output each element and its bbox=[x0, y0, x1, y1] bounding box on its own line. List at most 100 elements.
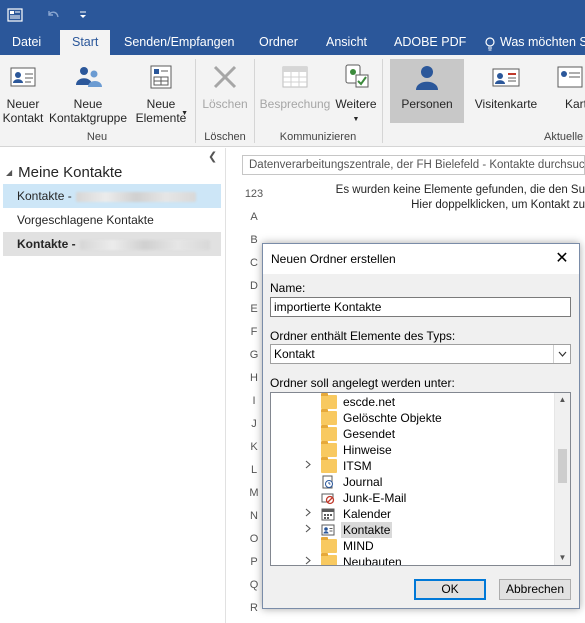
tree-item[interactable]: Junk-E-Mail bbox=[271, 490, 555, 506]
index-letter[interactable]: K bbox=[244, 441, 264, 453]
tree-scrollbar[interactable]: ▲ ▼ bbox=[554, 393, 570, 565]
tree-item-label: Journal bbox=[343, 475, 383, 489]
redacted-account-name bbox=[75, 191, 196, 202]
new-contact-button[interactable]: Neuer Kontakt bbox=[0, 59, 46, 129]
view-card-label: Kart bbox=[565, 97, 585, 111]
tree-item-label: escde.net bbox=[343, 395, 396, 409]
tell-me-search[interactable]: Was möchten S bbox=[474, 30, 585, 55]
nav-item-kontakte-1[interactable]: Kontakte - bbox=[3, 184, 221, 208]
tree-item[interactable]: Gesendet bbox=[271, 425, 555, 442]
index-letter[interactable]: G bbox=[244, 349, 264, 361]
dialog-title: Neuen Ordner erstellen bbox=[263, 244, 579, 274]
close-icon[interactable]: ✕ bbox=[553, 250, 571, 268]
tree-item[interactable]: escde.net bbox=[271, 393, 555, 410]
index-letter[interactable]: R bbox=[244, 602, 264, 614]
index-letter[interactable]: N bbox=[244, 510, 264, 522]
index-letter[interactable]: J bbox=[244, 418, 264, 430]
scrollbar-thumb[interactable] bbox=[558, 449, 567, 483]
index-letter[interactable]: B bbox=[244, 234, 264, 246]
index-letter[interactable]: P bbox=[244, 556, 264, 568]
new-contact-group-label: Neue Kontaktgruppe bbox=[48, 97, 128, 125]
new-items-button[interactable]: Neue Elemente ▼ bbox=[130, 59, 192, 129]
nav-item-label: Kontakte - bbox=[17, 237, 76, 251]
tree-item-label: MIND bbox=[343, 539, 374, 553]
expand-chevron-icon[interactable] bbox=[303, 506, 313, 522]
my-contacts-header[interactable]: ◢ Meine Kontakte bbox=[6, 164, 122, 181]
tab-adobe-pdf[interactable]: ADOBE PDF bbox=[384, 30, 476, 55]
folder-type-value: Kontakt bbox=[274, 347, 315, 361]
new-contact-group-button[interactable]: Neue Kontaktgruppe bbox=[47, 59, 129, 129]
scroll-up-icon[interactable]: ▲ bbox=[555, 393, 570, 407]
tab-datei[interactable]: Datei bbox=[2, 30, 51, 55]
tree-item-selected[interactable]: Kontakte bbox=[271, 522, 555, 538]
tab-senden-empfangen[interactable]: Senden/Empfangen bbox=[114, 30, 245, 55]
expand-chevron-icon[interactable] bbox=[303, 554, 313, 565]
index-letter[interactable]: A bbox=[244, 211, 264, 223]
delete-x-icon bbox=[213, 65, 237, 89]
cancel-button[interactable]: Abbrechen bbox=[499, 579, 571, 600]
tab-ansicht[interactable]: Ansicht bbox=[316, 30, 377, 55]
calendar-icon bbox=[321, 507, 337, 521]
expand-chevron-icon[interactable] bbox=[303, 522, 313, 538]
index-letter[interactable]: M bbox=[244, 487, 264, 499]
view-people-label: Personen bbox=[401, 97, 453, 111]
tree-item[interactable]: Neubauten bbox=[271, 553, 555, 565]
contacts-icon bbox=[321, 523, 337, 537]
expand-chevron-icon[interactable] bbox=[303, 458, 313, 474]
delete-button[interactable]: Löschen bbox=[199, 59, 251, 129]
index-letter[interactable]: D bbox=[244, 280, 264, 292]
index-letter[interactable]: O bbox=[244, 533, 264, 545]
tab-ordner[interactable]: Ordner bbox=[249, 30, 308, 55]
index-letter[interactable]: C bbox=[244, 257, 264, 269]
tree-item[interactable]: ITSM bbox=[271, 457, 555, 474]
group-label-neu: Neu bbox=[86, 131, 108, 143]
nav-item-suggested-contacts[interactable]: Vorgeschlagene Kontakte bbox=[3, 208, 221, 232]
tree-item[interactable]: Journal bbox=[271, 474, 555, 490]
index-letter[interactable]: I bbox=[244, 395, 264, 407]
index-letter[interactable]: H bbox=[244, 372, 264, 384]
contacts-search-input[interactable]: Datenverarbeitungszentrale, der FH Biele… bbox=[242, 155, 585, 175]
tree-item[interactable]: Kalender bbox=[271, 506, 555, 522]
app-menu-icon[interactable] bbox=[4, 6, 26, 24]
folder-type-select[interactable]: Kontakt bbox=[270, 344, 571, 364]
view-card-button[interactable]: Kart bbox=[548, 59, 585, 129]
group-label-kommunizieren: Kommunizieren bbox=[279, 131, 357, 143]
create-folder-dialog: Neuen Ordner erstellen ✕ Name: importier… bbox=[262, 243, 580, 609]
view-business-card-button[interactable]: Visitenkarte bbox=[468, 59, 544, 129]
group-label-aktuelle-ansicht: Aktuelle bbox=[544, 131, 584, 143]
index-letter[interactable]: Q bbox=[244, 579, 264, 591]
index-letter[interactable]: E bbox=[244, 303, 264, 315]
scroll-down-icon[interactable]: ▼ bbox=[555, 551, 570, 565]
folder-location-tree[interactable]: escde.net Gelöschte Objekte Gesendet Hin… bbox=[270, 392, 571, 566]
my-contacts-label: Meine Kontakte bbox=[18, 164, 123, 181]
tree-item[interactable]: MIND bbox=[271, 537, 555, 554]
collapse-pane-icon[interactable]: ❮ bbox=[208, 150, 220, 163]
title-bar bbox=[0, 0, 585, 30]
chevron-down-icon[interactable] bbox=[553, 345, 570, 363]
tree-item[interactable]: Hinweise bbox=[271, 441, 555, 458]
tree-item[interactable]: Gelöschte Objekte bbox=[271, 409, 555, 426]
tree-item-label: Kalender bbox=[343, 507, 392, 521]
redacted-account-name bbox=[79, 239, 210, 250]
journal-icon bbox=[321, 475, 337, 489]
tree-item-label: Junk-E-Mail bbox=[343, 491, 407, 505]
index-letter[interactable]: 123 bbox=[244, 188, 264, 200]
meeting-button[interactable]: Besprechung bbox=[257, 59, 333, 129]
ribbon-tabs: Datei Start Senden/Empfangen Ordner Ansi… bbox=[0, 30, 585, 55]
ribbon-separator bbox=[254, 59, 255, 143]
undo-icon[interactable] bbox=[42, 6, 64, 24]
index-letter[interactable]: L bbox=[244, 464, 264, 476]
more-button[interactable]: Weitere ▼ bbox=[333, 59, 379, 129]
view-people-button[interactable]: Personen bbox=[390, 59, 464, 123]
customize-quick-access-icon[interactable] bbox=[72, 6, 94, 24]
nav-item-kontakte-2[interactable]: Kontakte - bbox=[3, 232, 221, 256]
empty-list-message[interactable]: Es wurden keine Elemente gefunden, die d… bbox=[280, 183, 585, 213]
delete-label: Löschen bbox=[202, 97, 248, 111]
collapse-triangle-icon: ◢ bbox=[6, 168, 13, 177]
dropdown-arrow-icon: ▼ bbox=[352, 116, 360, 123]
ok-button[interactable]: OK bbox=[414, 579, 486, 600]
index-letter[interactable]: F bbox=[244, 326, 264, 338]
folder-name-input[interactable]: importierte Kontakte bbox=[270, 297, 571, 317]
business-card-icon bbox=[492, 68, 520, 87]
tab-start[interactable]: Start bbox=[60, 30, 111, 55]
